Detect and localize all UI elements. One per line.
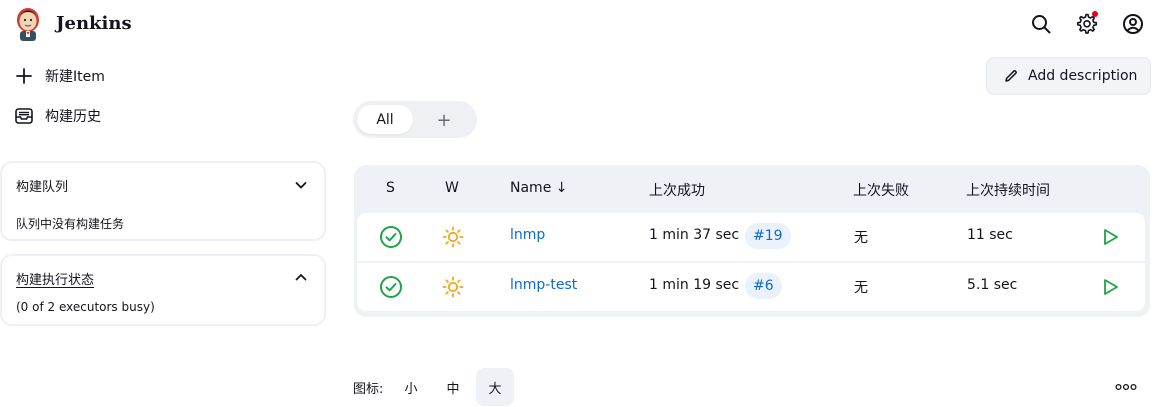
view-tabs: All + (353, 101, 477, 138)
build-queue-panel: 构建队列 队列中没有构建任务 (0, 161, 326, 241)
build-history-link[interactable]: 构建历史 (14, 104, 101, 128)
inbox-icon (15, 108, 33, 124)
executor-status-text: (0 of 2 executors busy) (16, 300, 155, 314)
more-options-icon[interactable] (1114, 380, 1138, 394)
gear-icon[interactable] (1075, 11, 1099, 36)
sunny-weather-icon (442, 226, 464, 248)
icon-size-large-button[interactable]: 大 (476, 368, 514, 406)
tab-all[interactable]: All (357, 105, 413, 134)
play-icon[interactable] (1099, 276, 1121, 298)
last-success-time: 1 min 19 sec (649, 277, 740, 293)
last-failure-value: 无 (854, 230, 868, 246)
plus-icon (16, 68, 32, 84)
executor-status-title[interactable]: 构建执行状态 (16, 269, 94, 288)
new-item-link[interactable]: 新建Item (14, 64, 105, 88)
user-icon[interactable] (1121, 12, 1145, 36)
success-status-icon (380, 226, 402, 248)
chevron-down-icon[interactable] (294, 178, 308, 192)
column-last-duration[interactable]: 上次持续时间 (966, 180, 1050, 200)
build-queue-empty-text: 队列中没有构建任务 (16, 217, 125, 231)
last-failure-value: 无 (854, 280, 868, 296)
pencil-icon (1005, 70, 1017, 82)
column-name[interactable]: Name ↓ (510, 180, 567, 196)
icon-size-medium-button[interactable]: 中 (434, 368, 472, 406)
notification-dot (1092, 11, 1098, 17)
job-name-link[interactable]: lnmp (510, 227, 545, 243)
executor-status-panel: 构建执行状态 (0 of 2 executors busy) (0, 254, 326, 326)
column-weather[interactable]: W (445, 180, 459, 196)
column-last-success[interactable]: 上次成功 (649, 180, 705, 200)
icon-size-small-button[interactable]: 小 (392, 368, 430, 406)
table-row: lnmp-test 1 min 19 sec #6 无 5.1 sec (357, 263, 1145, 311)
app-title[interactable]: Jenkins (56, 13, 132, 34)
jenkins-logo[interactable] (13, 6, 43, 42)
chevron-up-icon[interactable] (294, 270, 308, 284)
last-duration-value: 5.1 sec (967, 277, 1018, 293)
top-header: Jenkins (0, 0, 1160, 48)
last-duration-value: 11 sec (967, 227, 1013, 243)
add-description-label: Add description (1028, 68, 1138, 84)
add-description-button[interactable]: Add description (986, 57, 1151, 95)
build-history-label: 构建历史 (45, 109, 101, 125)
table-row: lnmp 1 min 37 sec #19 无 11 sec (357, 213, 1145, 261)
search-icon[interactable] (1029, 12, 1053, 36)
add-view-button[interactable]: + (433, 109, 455, 131)
last-success-time: 1 min 37 sec (649, 227, 740, 243)
build-number-badge[interactable]: #19 (745, 223, 791, 249)
sunny-weather-icon (442, 276, 464, 298)
build-queue-title[interactable]: 构建队列 (16, 176, 68, 195)
jobs-table: S W Name ↓ 上次成功 上次失败 上次持续时间 lnmp 1 min 3… (354, 165, 1150, 317)
new-item-label: 新建Item (45, 69, 105, 85)
column-last-failure[interactable]: 上次失败 (853, 180, 909, 200)
icon-size-label: 图标: (353, 382, 384, 397)
build-number-badge[interactable]: #6 (745, 273, 782, 299)
column-status[interactable]: S (386, 180, 395, 196)
job-name-link[interactable]: lnmp-test (510, 277, 577, 293)
success-status-icon (380, 276, 402, 298)
play-icon[interactable] (1099, 226, 1121, 248)
